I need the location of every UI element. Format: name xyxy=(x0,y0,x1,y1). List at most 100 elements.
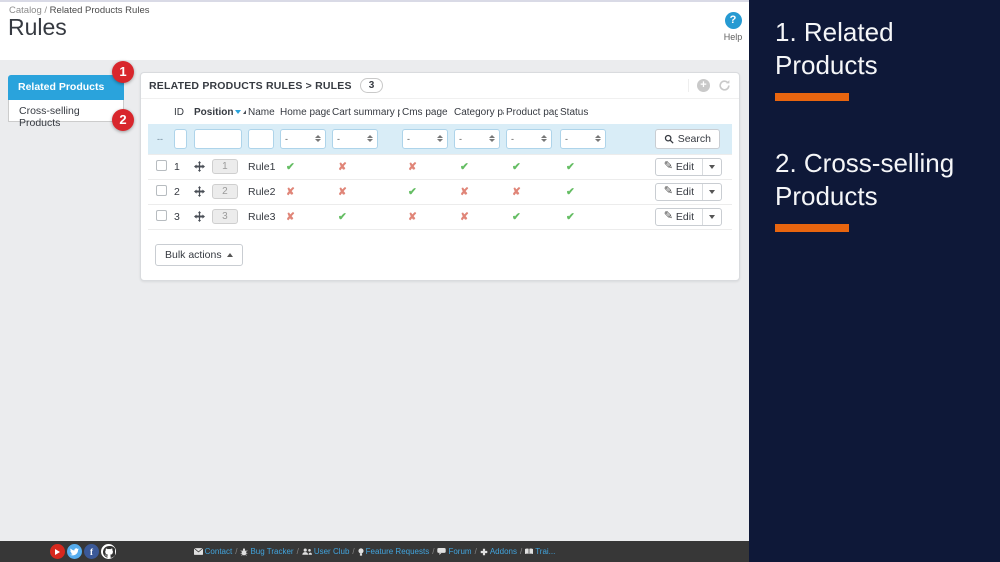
annotation-item: 1. Related Products xyxy=(775,16,1000,102)
product-page-filter-select[interactable]: - xyxy=(506,128,552,149)
select-stepper-icon xyxy=(367,135,373,143)
table-row: 3 3 Rule3 ✘ ✔ ✘ ✘ ✔ ✔ ✎ Edit xyxy=(148,204,732,229)
header-product-page[interactable]: Product page xyxy=(504,101,558,124)
footer: f Contact / Bug Tracker / User Club / Fe… xyxy=(0,541,749,562)
side-tabs: Related Products Cross-selling Products xyxy=(8,75,124,129)
training-link[interactable]: Trai... xyxy=(525,547,555,556)
edit-dropdown-toggle[interactable] xyxy=(702,158,721,175)
add-rule-icon[interactable]: + xyxy=(697,79,710,92)
product-page-status-icon: ✔ xyxy=(512,160,521,173)
footer-links: Contact / Bug Tracker / User Club / Feat… xyxy=(0,541,749,562)
select-stepper-icon xyxy=(595,135,601,143)
cart-page-status-icon: ✘ xyxy=(338,160,347,173)
edit-button-group: ✎ Edit xyxy=(654,157,722,176)
annotation-underline xyxy=(775,224,849,233)
rules-table: ID Position Name Home page Cart summary … xyxy=(148,101,732,230)
cms-page-filter-select[interactable]: - xyxy=(402,128,448,149)
header-actions xyxy=(606,101,732,124)
bulk-actions-button[interactable]: Bulk actions xyxy=(155,243,243,266)
users-icon xyxy=(302,548,312,555)
tab-cross-selling-products[interactable]: Cross-selling Products xyxy=(8,100,124,129)
row-checkbox[interactable] xyxy=(156,209,167,221)
bulb-icon xyxy=(358,547,364,556)
filter-row: -- - - - - - - Search xyxy=(148,124,732,154)
category-page-filter-select[interactable]: - xyxy=(454,128,500,149)
cms-page-status-icon: ✔ xyxy=(408,185,417,198)
cart-page-filter-select[interactable]: - xyxy=(332,128,378,149)
edit-button-group: ✎ Edit xyxy=(654,182,722,201)
page-title: Rules xyxy=(8,14,67,40)
tab-related-products[interactable]: Related Products xyxy=(8,75,124,100)
cms-page-status-icon: ✘ xyxy=(408,160,417,173)
home-page-status-icon: ✘ xyxy=(286,185,295,198)
table-row: 1 1 Rule1 ✔ ✘ ✘ ✔ ✔ ✔ ✎ Edit xyxy=(148,154,732,179)
contact-link[interactable]: Contact xyxy=(193,547,232,556)
status-icon: ✔ xyxy=(566,160,575,173)
addons-link[interactable]: Addons xyxy=(480,547,517,556)
bug-tracker-link[interactable]: Bug Tracker xyxy=(240,547,294,556)
position-badge: 2 xyxy=(211,184,238,199)
position-badge: 3 xyxy=(211,209,238,224)
cart-page-status-icon: ✘ xyxy=(338,185,347,198)
home-page-status-icon: ✔ xyxy=(286,160,295,173)
annotation-underline xyxy=(775,93,849,102)
annotation-badge-1: 1 xyxy=(112,61,134,83)
help-icon[interactable]: ? xyxy=(724,12,742,29)
feature-requests-link[interactable]: Feature Requests xyxy=(358,547,429,556)
header-category-page[interactable]: Category page xyxy=(452,101,504,124)
name-filter-input[interactable] xyxy=(248,129,274,149)
panel-header: RELATED PRODUCTS RULES > RULES 3 + xyxy=(141,73,739,99)
status-filter-select[interactable]: - xyxy=(560,128,606,149)
pencil-icon: ✎ xyxy=(663,185,673,197)
edit-button[interactable]: ✎ Edit xyxy=(656,159,702,175)
edit-dropdown-toggle[interactable] xyxy=(702,208,721,225)
annotation-panel: 1. Related Products 2. Cross-selling Pro… xyxy=(749,0,1000,562)
row-checkbox[interactable] xyxy=(156,159,167,171)
header-status[interactable]: Status xyxy=(558,101,606,124)
header-home-page[interactable]: Home page xyxy=(278,101,330,124)
pencil-icon: ✎ xyxy=(663,160,673,172)
chevron-up-icon xyxy=(226,252,233,257)
select-stepper-icon xyxy=(315,135,321,143)
forum-link[interactable]: Forum xyxy=(437,547,472,556)
header-position[interactable]: Position xyxy=(192,101,246,124)
select-stepper-icon xyxy=(489,135,495,143)
edit-button[interactable]: ✎ Edit xyxy=(656,184,702,200)
table-header-row: ID Position Name Home page Cart summary … xyxy=(148,101,732,124)
home-page-filter-select[interactable]: - xyxy=(280,128,326,149)
row-checkbox[interactable] xyxy=(156,184,167,196)
select-stepper-icon xyxy=(541,135,547,143)
position-badge: 1 xyxy=(211,159,238,174)
drag-handle-icon[interactable] xyxy=(194,160,205,172)
help-button[interactable]: ? Help xyxy=(712,12,754,42)
sort-asc-icon[interactable] xyxy=(243,110,246,115)
id-filter-input[interactable] xyxy=(174,129,187,149)
rule-name: Rule2 xyxy=(248,185,276,198)
cart-page-status-icon: ✔ xyxy=(338,210,347,223)
pencil-icon: ✎ xyxy=(663,210,673,222)
drag-handle-icon[interactable] xyxy=(194,210,205,222)
rule-name: Rule1 xyxy=(248,160,276,173)
refresh-icon[interactable] xyxy=(718,79,731,92)
search-button[interactable]: Search xyxy=(654,128,720,149)
header-cms-page[interactable]: Cms page xyxy=(400,101,452,124)
header-id[interactable]: ID xyxy=(172,101,192,124)
bug-icon xyxy=(240,547,248,556)
home-page-status-icon: ✘ xyxy=(286,210,295,223)
sort-desc-icon[interactable] xyxy=(235,110,242,115)
help-label: Help xyxy=(723,32,743,42)
product-page-status-icon: ✔ xyxy=(512,210,521,223)
user-club-link[interactable]: User Club xyxy=(302,547,349,556)
row-id: 3 xyxy=(174,210,180,223)
panel-title: RELATED PRODUCTS RULES > RULES xyxy=(149,79,352,92)
category-page-status-icon: ✘ xyxy=(460,210,469,223)
edit-button[interactable]: ✎ Edit xyxy=(656,209,702,225)
drag-handle-icon[interactable] xyxy=(194,185,205,197)
status-icon: ✔ xyxy=(566,185,575,198)
header-cart-summary-page[interactable]: Cart summary page xyxy=(330,101,400,124)
position-filter-input[interactable] xyxy=(194,129,242,149)
chevron-down-icon xyxy=(709,189,715,194)
row-id: 1 xyxy=(174,160,180,173)
edit-dropdown-toggle[interactable] xyxy=(702,183,721,200)
header-name[interactable]: Name xyxy=(246,101,278,124)
